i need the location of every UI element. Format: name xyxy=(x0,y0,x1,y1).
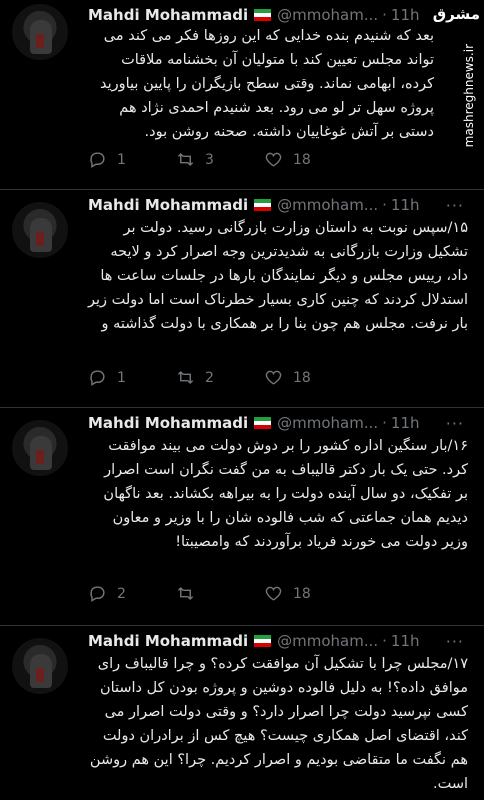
reply-button[interactable]: 2 xyxy=(88,584,126,603)
tweet-actions: 1 3 18 xyxy=(88,150,388,172)
timestamp[interactable]: 11h xyxy=(391,196,420,214)
watermark-site: mashreghnews.ir xyxy=(462,44,476,148)
tweet-actions: 1 2 18 xyxy=(88,368,388,390)
author-handle[interactable]: @mmoham... xyxy=(277,196,378,214)
like-count: 18 xyxy=(293,369,311,386)
iran-flag-icon xyxy=(254,199,272,211)
like-button[interactable]: 18 xyxy=(264,150,311,169)
author-handle[interactable]: @mmoham... xyxy=(277,414,378,432)
retweet-button[interactable]: 2 xyxy=(176,368,214,387)
separator-dot: · xyxy=(382,632,387,650)
author-name[interactable]: Mahdi Mohammadi xyxy=(88,632,248,650)
tweet-text: ۱۵/سپس نوبت به داستان وزارت بازرگانی رسی… xyxy=(87,220,468,332)
more-icon[interactable]: ··· xyxy=(446,414,464,433)
timestamp[interactable]: 11h xyxy=(391,6,420,24)
retweet-icon xyxy=(177,586,194,601)
avatar[interactable] xyxy=(12,420,68,476)
retweet-count: 2 xyxy=(205,369,214,386)
tweet-text: ۱۶/بار سنگین اداره کشور را بر دوش دولت م… xyxy=(103,438,468,550)
tweet[interactable]: Mahdi Mohammadi @mmoham... · 11h ··· ۱۷/… xyxy=(0,626,484,800)
retweet-icon xyxy=(177,152,194,167)
more-icon[interactable]: ··· xyxy=(446,632,464,651)
tweet[interactable]: Mahdi Mohammadi @mmoham... · 11h ··· ۱۶/… xyxy=(0,408,484,626)
retweet-icon xyxy=(177,370,194,385)
reply-button[interactable]: 1 xyxy=(88,150,126,169)
like-icon xyxy=(265,152,282,167)
avatar[interactable] xyxy=(12,202,68,258)
iran-flag-icon xyxy=(254,9,272,21)
like-count: 18 xyxy=(293,585,311,602)
tweet-text: بعد که شنیدم بنده خدایی که این روزها فکر… xyxy=(99,28,434,140)
timestamp[interactable]: 11h xyxy=(391,414,420,432)
author-name[interactable]: Mahdi Mohammadi xyxy=(88,414,248,432)
retweet-button[interactable]: 3 xyxy=(176,150,214,169)
iran-flag-icon xyxy=(254,417,272,429)
reply-icon xyxy=(90,152,105,168)
iran-flag-icon xyxy=(254,635,272,647)
separator-dot: · xyxy=(382,196,387,214)
reply-count: 1 xyxy=(117,369,126,386)
avatar[interactable] xyxy=(12,4,68,60)
like-icon xyxy=(265,370,282,385)
like-count: 18 xyxy=(293,151,311,168)
reply-icon xyxy=(90,370,105,386)
tweet[interactable]: Mahdi Mohammadi @mmoham... · 11h ··· ۱۵/… xyxy=(0,190,484,408)
watermark-logo: مشرق xyxy=(432,5,480,23)
retweet-button[interactable] xyxy=(176,584,205,603)
reply-count: 1 xyxy=(117,151,126,168)
author-name[interactable]: Mahdi Mohammadi xyxy=(88,6,248,24)
separator-dot: · xyxy=(382,414,387,432)
like-icon xyxy=(265,586,282,601)
reply-icon xyxy=(90,586,105,602)
avatar[interactable] xyxy=(12,638,68,694)
tweet-actions: 2 18 xyxy=(88,584,388,606)
separator-dot: · xyxy=(382,6,387,24)
timestamp[interactable]: 11h xyxy=(391,632,420,650)
tweet[interactable]: Mahdi Mohammadi @mmoham... · 11h بعد که … xyxy=(0,0,484,190)
author-handle[interactable]: @mmoham... xyxy=(277,632,378,650)
reply-count: 2 xyxy=(117,585,126,602)
tweet-header: Mahdi Mohammadi @mmoham... · 11h xyxy=(88,630,430,652)
tweet-text: ۱۷/مجلس چرا با تشکیل آن موافقت کرده؟ و چ… xyxy=(89,656,468,792)
reply-button[interactable]: 1 xyxy=(88,368,126,387)
watermark: مشرق mashreghnews.ir xyxy=(432,0,484,160)
author-name[interactable]: Mahdi Mohammadi xyxy=(88,196,248,214)
like-button[interactable]: 18 xyxy=(264,584,311,603)
like-button[interactable]: 18 xyxy=(264,368,311,387)
author-handle[interactable]: @mmoham... xyxy=(277,6,378,24)
tweet-header: Mahdi Mohammadi @mmoham... · 11h xyxy=(88,194,430,216)
tweet-header: Mahdi Mohammadi @mmoham... · 11h xyxy=(88,4,430,26)
tweet-header: Mahdi Mohammadi @mmoham... · 11h xyxy=(88,412,430,434)
retweet-count: 3 xyxy=(205,151,214,168)
more-icon[interactable]: ··· xyxy=(446,196,464,215)
